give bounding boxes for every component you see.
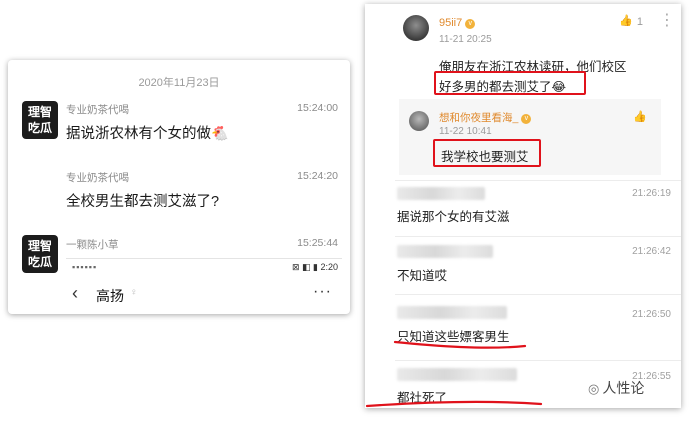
message-time: 15:24:20 [297,170,338,182]
row-text: 不知道哎 [397,269,448,283]
reply-block: 想和你夜里看海_ v 11-22 10:41 👍 我学校也要测艾 [399,99,661,175]
date-header: 2020年11月23日 [138,77,220,89]
message-sender: 专业奶茶代喝 [66,172,129,184]
embedded-phone-screenshot: ▪▪▪▪▪▪ ⊠ ◧ ▮ 2:20 ‹ 高扬 ♀ ··· [66,258,342,314]
blurred-username [397,306,507,319]
row-text: 只知道这些嫖客男生 [397,330,510,344]
message-sender: 一颗陈小草 [66,239,119,251]
message-text: 全校男生都去测艾滋了? [66,194,220,210]
underline-annotation [365,400,543,408]
blurred-username [397,245,493,258]
inner-nav-title: 高扬 [96,288,124,304]
blurred-username [397,187,485,200]
message-text-content: 据说浙农林有个女的做 [66,126,211,142]
back-chevron-icon[interactable]: ‹ [72,283,78,304]
divider [395,180,681,181]
reply-username-text: 想和你夜里看海_ [439,112,519,124]
wechat-logo-icon: ◎ [588,381,600,396]
comment-date: 11-21 20:25 [439,34,492,45]
more-dots-icon[interactable]: ··· [313,283,332,301]
chicken-emoji: 🐔 [211,125,229,141]
like-count: 1 [636,16,643,28]
status-time: 2:20 [320,262,338,272]
blurred-username [397,368,517,381]
brand-badge-line2: 吃瓜 [27,255,52,269]
row-time: 21:26:42 [632,246,671,257]
more-dots-icon[interactable]: ⋮ [659,10,675,30]
verified-badge-icon: v [465,19,476,29]
highlight-box [433,139,541,167]
left-chat-screenshot: 2020年11月23日 理智 吃瓜 专业奶茶代喝 15:24:00 据说浙农林有… [8,60,350,314]
row-text: 据说那个女的有艾滋 [397,210,510,224]
gender-icon: ♀ [130,287,138,298]
status-bar: ▪▪▪▪▪▪ ⊠ ◧ ▮ 2:20 [66,261,342,275]
highlight-box [434,71,586,95]
inner-nav-bar: ‹ 高扬 ♀ ··· [66,281,342,309]
divider [395,236,681,237]
brand-badge: 理智 吃瓜 [22,235,58,273]
message-text: 据说浙农林有个女的做🐔 [66,122,228,143]
thumbs-up-icon[interactable]: 👍 [619,14,633,27]
watermark-text: 人性论 [602,380,645,396]
thumbs-up-icon[interactable]: 👍 [633,110,647,123]
message-time: 15:25:44 [297,237,338,249]
brand-badge-line1: 理智 [27,239,52,253]
message-time: 15:24:00 [297,102,338,114]
reply-date: 11-22 10:41 [439,126,492,137]
brand-badge: 理智 吃瓜 [22,101,58,139]
message-sender: 专业奶茶代喝 [66,104,129,116]
right-comments-screenshot: 95ii7 v 11-21 20:25 👍 1 ⋮ 俺朋友在浙江农林读研，他们校区… [365,4,681,408]
avatar[interactable] [403,15,429,41]
divider [395,294,681,295]
status-icons-left: ▪▪▪▪▪▪ [72,262,98,272]
brand-badge-line1: 理智 [27,105,52,119]
watermark: ◎ 人性论 [588,378,644,398]
comment-username-text: 95ii7 [439,17,463,29]
status-icons-right: ⊠ ◧ ▮ 2:20 [291,262,338,272]
row-time: 21:26:50 [632,309,671,320]
verified-badge-icon: v [521,114,532,124]
comment-username[interactable]: 95ii7 v [439,17,476,29]
row-text: 都社死了 [397,391,448,405]
row-time: 21:26:19 [632,188,671,199]
reply-username[interactable]: 想和你夜里看海_ v [439,110,532,125]
divider [395,360,681,361]
avatar[interactable] [409,111,429,131]
brand-badge-line2: 吃瓜 [27,121,52,135]
